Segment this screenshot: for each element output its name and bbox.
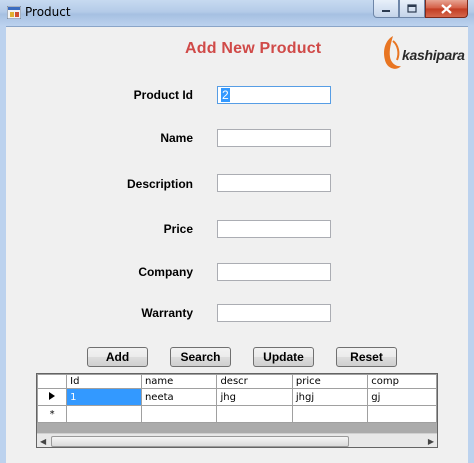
maximize-icon <box>407 4 417 13</box>
title-bar[interactable]: Product <box>0 0 474 27</box>
update-button[interactable]: Update <box>253 347 314 367</box>
price-input[interactable] <box>217 220 331 238</box>
kashipara-logo: kashipara <box>380 31 465 75</box>
scrollbar-thumb[interactable] <box>51 436 349 447</box>
new-cell-name[interactable] <box>140 405 218 423</box>
product-id-value: 2 <box>221 88 230 102</box>
column-header-comp[interactable]: comp <box>367 374 437 389</box>
close-button[interactable] <box>425 0 468 18</box>
description-input[interactable] <box>217 174 331 192</box>
new-row-marker: * <box>37 405 68 423</box>
price-label: Price <box>163 222 193 236</box>
search-button[interactable]: Search <box>170 347 231 367</box>
product-id-label: Product Id <box>133 88 193 102</box>
window-frame-left <box>0 26 6 463</box>
product-id-input[interactable]: 2 <box>217 86 331 104</box>
products-table: Id name descr price comp 1 neeta jhg jhg… <box>37 374 437 423</box>
description-label: Description <box>126 177 193 191</box>
column-header-id[interactable]: Id <box>66 374 142 389</box>
minimize-icon <box>382 9 390 12</box>
column-header-price[interactable]: price <box>291 374 369 389</box>
reset-button[interactable]: Reset <box>336 347 397 367</box>
window-title: Product <box>25 5 71 19</box>
warranty-label: Warranty <box>141 306 193 320</box>
horizontal-scrollbar[interactable]: ◀ ▶ <box>37 433 437 447</box>
maximize-button[interactable] <box>399 0 425 18</box>
products-grid[interactable]: Id name descr price comp 1 neeta jhg jhg… <box>36 373 438 448</box>
minimize-button[interactable] <box>373 0 399 18</box>
new-row[interactable]: * <box>37 405 437 423</box>
cell-comp[interactable]: gj <box>367 388 437 406</box>
cell-id[interactable]: 1 <box>66 388 142 406</box>
scroll-right-icon[interactable]: ▶ <box>428 437 434 446</box>
company-label: Company <box>138 265 193 279</box>
grid-corner-cell[interactable] <box>37 374 68 389</box>
warranty-input[interactable] <box>217 304 331 322</box>
cell-price[interactable]: jhgj <box>291 388 369 406</box>
add-button[interactable]: Add <box>87 347 148 367</box>
name-input[interactable] <box>217 129 331 147</box>
close-icon <box>441 3 452 14</box>
cell-name[interactable]: neeta <box>140 388 218 406</box>
form-heading: Add New Product <box>185 40 322 57</box>
company-input[interactable] <box>217 263 331 281</box>
grid-header-row: Id name descr price comp <box>37 374 437 389</box>
scroll-left-icon[interactable]: ◀ <box>40 437 46 446</box>
new-cell-comp[interactable] <box>367 405 437 423</box>
new-cell-id[interactable] <box>66 405 142 423</box>
cell-descr[interactable]: jhg <box>216 388 293 406</box>
column-header-descr[interactable]: descr <box>216 374 293 389</box>
new-cell-price[interactable] <box>291 405 369 423</box>
form-app-icon <box>7 6 21 19</box>
logo-text: kashipara <box>402 47 465 63</box>
window-frame-right <box>468 26 474 463</box>
name-label: Name <box>160 131 193 145</box>
new-cell-descr[interactable] <box>216 405 293 423</box>
table-row[interactable]: 1 neeta jhg jhgj gj <box>37 388 437 406</box>
row-header[interactable] <box>37 388 68 406</box>
current-row-arrow-icon <box>49 391 56 400</box>
column-header-name[interactable]: name <box>140 374 218 389</box>
